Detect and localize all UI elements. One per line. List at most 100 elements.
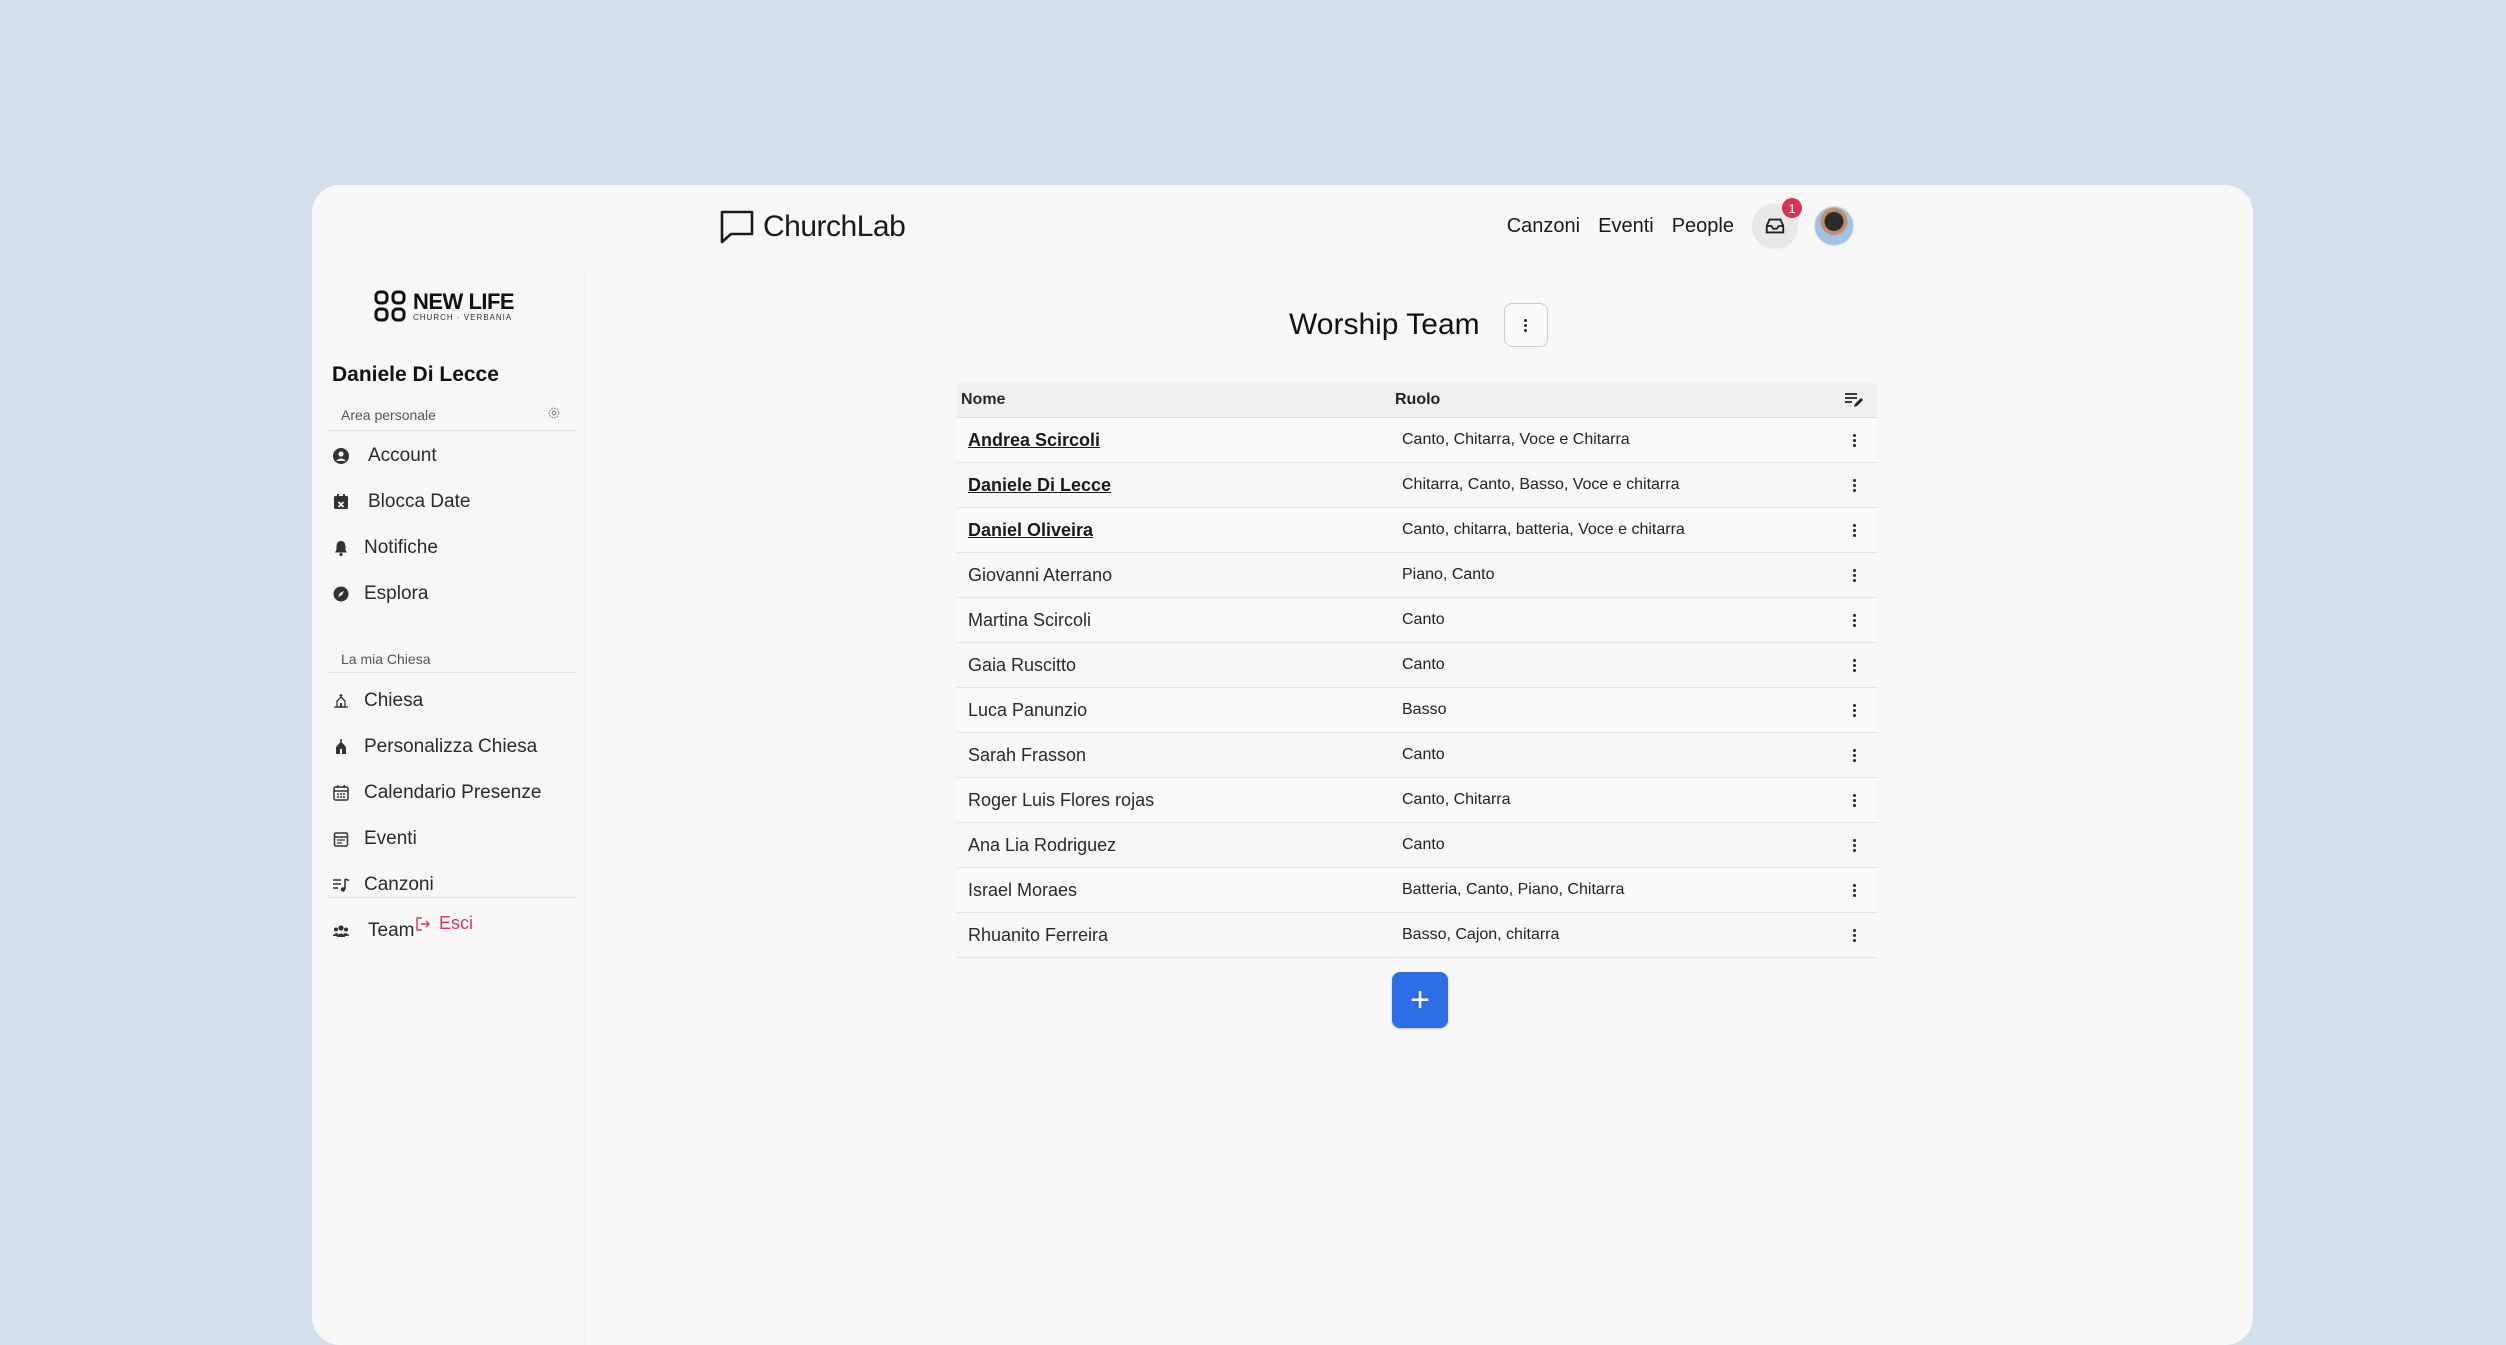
page-header: Worship Team	[1289, 303, 1548, 347]
church-logo: NEW LIFE CHURCH · VERBANIA	[373, 288, 515, 323]
logout-button[interactable]: Esci	[415, 913, 473, 934]
member-name[interactable]: Daniele Di Lecce	[957, 475, 1402, 496]
music-list-icon	[333, 878, 350, 892]
table-header: Nome Ruolo	[957, 383, 1877, 418]
team-options-button[interactable]	[1503, 303, 1548, 347]
table-row: Sarah Frasson Canto	[957, 733, 1877, 778]
row-options-button[interactable]	[1831, 478, 1877, 492]
member-role: Canto, Chitarra, Voce e Chitarra	[1402, 431, 1630, 448]
table-row: Roger Luis Flores rojas Canto, Chitarra	[957, 778, 1877, 823]
member-name: Israel Moraes	[968, 879, 1078, 900]
divider	[328, 430, 576, 431]
church-logo-mark-icon	[374, 290, 406, 322]
table-row: Luca Panunzio Basso	[957, 688, 1877, 733]
more-vertical-icon	[1852, 523, 1856, 537]
more-vertical-icon	[1524, 318, 1528, 332]
brand-name: ChurchLab	[763, 210, 906, 243]
member-role: Canto, chitarra, batteria, Voce e chitar…	[1402, 521, 1685, 538]
gear-icon[interactable]	[547, 406, 561, 420]
member-role: Piano, Canto	[1402, 566, 1495, 583]
chat-bubble-icon	[720, 210, 754, 244]
edit-list-button[interactable]	[1831, 392, 1877, 408]
calendar-icon	[333, 832, 349, 847]
row-options-button[interactable]	[1831, 883, 1877, 897]
row-options-button[interactable]	[1831, 523, 1877, 537]
sidebar-item-label: Calendario Presenze	[364, 782, 542, 803]
sidebar-item-label: Notifiche	[364, 537, 438, 558]
sidebar-item-chiesa[interactable]: Chiesa	[332, 690, 423, 712]
nav-link-canzoni[interactable]: Canzoni	[1507, 215, 1580, 238]
member-name: Ana Lia Rodriguez	[968, 834, 1117, 855]
row-options-button[interactable]	[1831, 433, 1877, 447]
church-edit-icon	[336, 739, 346, 754]
member-role: Chitarra, Canto, Basso, Voce e chitarra	[1402, 476, 1680, 493]
member-role: Basso	[1402, 701, 1447, 718]
table-row: Martina Scircoli Canto	[957, 598, 1877, 643]
sidebar-item-label: Team	[368, 920, 415, 941]
sidebar-item-esplora[interactable]: Esplora	[332, 583, 428, 605]
nav-link-eventi[interactable]: Eventi	[1598, 215, 1654, 238]
member-name: Sarah Frasson	[968, 744, 1087, 765]
more-vertical-icon	[1852, 748, 1856, 762]
row-options-button[interactable]	[1831, 838, 1877, 852]
team-table: Nome Ruolo Andrea Scircoli Canto, Chitarr…	[957, 383, 1877, 958]
brand-logo[interactable]: ChurchLab	[719, 209, 906, 245]
member-name[interactable]: Andrea Scircoli	[957, 430, 1402, 451]
sidebar-item-label: Chiesa	[364, 690, 424, 711]
sidebar-item-label: Esplora	[364, 583, 429, 604]
user-circle-icon	[333, 448, 349, 464]
bell-icon	[335, 541, 347, 557]
church-subtitle: CHURCH · VERBANIA	[413, 312, 513, 322]
divider	[328, 897, 576, 898]
member-name: Martina Scircoli	[968, 609, 1092, 630]
member-role: Canto	[1402, 836, 1445, 853]
table-row: Rhuanito Ferreira Basso, Cajon, chitarra	[957, 913, 1877, 958]
sidebar-item-personalizza-chiesa[interactable]: Personalizza Chiesa	[332, 736, 537, 758]
row-options-button[interactable]	[1831, 568, 1877, 582]
calendar-x-icon	[334, 494, 348, 509]
user-avatar[interactable]	[1814, 206, 1854, 246]
add-member-button[interactable]: +	[1392, 972, 1448, 1028]
app-window: ChurchLab Canzoni Eventi People 1 NEW LI…	[312, 185, 2253, 1345]
nav-link-people[interactable]: People	[1672, 215, 1734, 238]
more-vertical-icon	[1852, 658, 1856, 672]
member-name: Roger Luis Flores rojas	[968, 789, 1155, 810]
row-options-button[interactable]	[1831, 793, 1877, 807]
row-options-button[interactable]	[1831, 703, 1877, 717]
member-name[interactable]: Daniel Oliveira	[957, 520, 1402, 541]
church-name: NEW LIFE	[413, 288, 515, 314]
table-row: Daniel Oliveira Canto, chitarra, batteria…	[957, 508, 1877, 553]
section-label-personal: Area personale	[341, 407, 436, 423]
sidebar-item-label: Account	[368, 445, 437, 466]
sidebar-item-label: Canzoni	[364, 874, 434, 895]
column-header-role: Ruolo	[1395, 391, 1441, 408]
inbox-button[interactable]: 1	[1752, 198, 1802, 249]
sidebar: NEW LIFE CHURCH · VERBANIA Daniele Di Le…	[312, 270, 586, 1345]
row-options-button[interactable]	[1831, 928, 1877, 942]
column-header-name: Nome	[961, 391, 1006, 408]
member-role: Canto	[1402, 611, 1445, 628]
sidebar-item-notifiche[interactable]: Notifiche	[332, 537, 438, 559]
row-options-button[interactable]	[1831, 658, 1877, 672]
more-vertical-icon	[1852, 433, 1856, 447]
member-name: Luca Panunzio	[968, 699, 1088, 720]
row-options-button[interactable]	[1831, 613, 1877, 627]
more-vertical-icon	[1852, 568, 1856, 582]
inbox-icon	[1765, 218, 1785, 234]
edit-list-icon	[1845, 393, 1863, 407]
table-row: Gaia Ruscitto Canto	[957, 643, 1877, 688]
member-name: Gaia Ruscitto	[968, 654, 1077, 675]
sidebar-item-canzoni[interactable]: Canzoni	[332, 874, 434, 896]
sidebar-item-eventi[interactable]: Eventi	[332, 828, 417, 850]
sidebar-item-account[interactable]: Account	[332, 445, 437, 467]
sidebar-item-team[interactable]: Team	[332, 920, 414, 942]
sidebar-item-calendario-presenze[interactable]: Calendario Presenze	[332, 782, 541, 804]
sidebar-item-blocca-date[interactable]: Blocca Date	[332, 491, 470, 513]
page-title: Worship Team	[1289, 308, 1480, 341]
row-options-button[interactable]	[1831, 748, 1877, 762]
more-vertical-icon	[1852, 883, 1856, 897]
table-row: Andrea Scircoli Canto, Chitarra, Voce e C…	[957, 418, 1877, 463]
table-row: Giovanni Aterrano Piano, Canto	[957, 553, 1877, 598]
more-vertical-icon	[1852, 703, 1856, 717]
more-vertical-icon	[1852, 793, 1856, 807]
